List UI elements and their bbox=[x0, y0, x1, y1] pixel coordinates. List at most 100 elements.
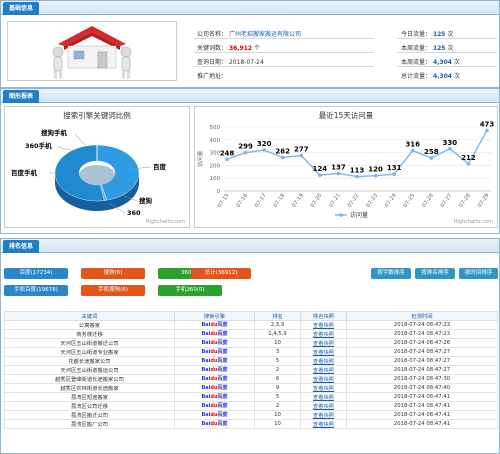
x-tick-label: 07-24 bbox=[384, 192, 398, 209]
data-point[interactable] bbox=[336, 171, 341, 176]
data-point[interactable] bbox=[392, 172, 396, 177]
data-point[interactable] bbox=[355, 174, 359, 179]
col-keyword[interactable]: 关键词 bbox=[4, 311, 175, 321]
week-traffic-unit: 次 bbox=[447, 45, 454, 52]
table-row: 花都长途搬家公司 Baidu百度 5 查看快照 2018-07-24 08:47:27 bbox=[4, 356, 498, 366]
row-rank: 10 bbox=[254, 419, 301, 429]
total-traffic-label: 总计流量： bbox=[401, 73, 432, 80]
filter-mobile-baidu-button[interactable]: 手机百度(19678) bbox=[4, 285, 68, 296]
data-label: 137 bbox=[331, 163, 346, 171]
col-snapshot[interactable]: 排名快照 bbox=[300, 311, 347, 321]
data-point[interactable] bbox=[318, 173, 322, 177]
filter-sogou-button[interactable]: 搜狗(6) bbox=[81, 268, 145, 279]
row-engine: Baidu百度 bbox=[174, 410, 255, 420]
baidu-logo-icon: Baidu百度 bbox=[201, 339, 228, 346]
chart-report-header: 图形报表 bbox=[1, 89, 499, 103]
baidu-logo-icon: Baidu百度 bbox=[201, 330, 228, 337]
data-point[interactable] bbox=[280, 155, 285, 160]
filter-mobile-360-button[interactable]: 手机360(0) bbox=[158, 285, 222, 296]
legend-label[interactable]: 访问量 bbox=[350, 211, 368, 219]
baidu-logo-icon: Baidu百度 bbox=[201, 357, 228, 364]
pie-label-connector bbox=[56, 146, 76, 152]
col-engine[interactable]: 搜索引擎 bbox=[174, 311, 255, 321]
table-row: 越秀区登峰街道长途搬家公司 Baidu百度 6 查看快照 2018-07-24 08:4… bbox=[4, 374, 498, 384]
week-traffic-value: 125 bbox=[432, 45, 446, 52]
row-snapshot-link[interactable]: 查看快照 bbox=[300, 365, 347, 375]
row-rank: 10 bbox=[254, 338, 301, 348]
row-keyword: 天河区五山街道搬迁公司 bbox=[4, 338, 175, 348]
month-traffic-value: 4,304 bbox=[432, 59, 452, 66]
sort-by-rank-button[interactable]: 按排名排序 bbox=[415, 268, 455, 279]
row-time: 2018-07-24 08:47:23 bbox=[346, 320, 498, 330]
table-row: 越秀区农林街道长途搬家 Baidu百度 9 查看快照 2018-07-24 08:47:… bbox=[4, 383, 498, 393]
data-label: 277 bbox=[294, 146, 309, 154]
baidu-logo-icon: Baidu百度 bbox=[201, 384, 228, 391]
row-rank: 3 bbox=[254, 347, 301, 357]
table-row: 天河区五山街道专业搬家 Baidu百度 3 查看快照 2018-07-24 08:47:… bbox=[4, 347, 498, 357]
col-rank[interactable]: 排名 bbox=[254, 311, 301, 321]
row-snapshot-link[interactable]: 查看快照 bbox=[300, 392, 347, 402]
data-label: 124 bbox=[313, 165, 328, 173]
baidu-logo-icon: Baidu百度 bbox=[201, 420, 228, 427]
row-snapshot-link[interactable]: 查看快照 bbox=[300, 410, 347, 420]
promo-address-row: 推广地址： bbox=[197, 71, 227, 80]
row-rank: 2 bbox=[254, 401, 301, 411]
data-point[interactable] bbox=[466, 162, 471, 166]
row-snapshot-link[interactable]: 查看快照 bbox=[300, 356, 347, 366]
row-time: 2018-07-24 08:47:27 bbox=[346, 365, 498, 375]
data-point[interactable] bbox=[262, 148, 266, 152]
row-snapshot-link[interactable]: 查看快照 bbox=[300, 329, 347, 339]
data-point[interactable] bbox=[225, 157, 229, 162]
col-time[interactable]: 检测时间 bbox=[346, 311, 498, 321]
sort-by-time-button[interactable]: 按时间排序 bbox=[459, 268, 498, 279]
data-point[interactable] bbox=[299, 153, 304, 158]
data-point[interactable] bbox=[448, 146, 452, 151]
row-keyword: 天河区五山街道专业搬家 bbox=[4, 347, 175, 357]
rank-table-header: 关键词 搜索引擎 排名 排名快照 检测时间 bbox=[4, 311, 498, 321]
data-label: 320 bbox=[257, 140, 272, 148]
data-point[interactable] bbox=[410, 148, 415, 153]
x-tick-label: 07-26 bbox=[421, 192, 435, 209]
data-point[interactable] bbox=[485, 128, 489, 133]
x-tick-label: 07-17 bbox=[254, 193, 268, 209]
company-image bbox=[7, 21, 177, 81]
row-snapshot-link[interactable]: 查看快照 bbox=[300, 320, 347, 330]
x-tick-label: 07-19 bbox=[291, 193, 305, 209]
row-engine: Baidu百度 bbox=[174, 329, 255, 339]
y-tick-label: 100 bbox=[210, 176, 221, 182]
row-rank: 5 bbox=[254, 392, 301, 402]
pie-chart-credit: Highcharts.com bbox=[145, 219, 185, 225]
row-rank: 2,3,9 bbox=[254, 320, 301, 330]
query-date-value: 2018-07-24 bbox=[228, 59, 264, 66]
query-date-label: 查询日期： bbox=[197, 59, 228, 66]
row-snapshot-link[interactable]: 查看快照 bbox=[300, 383, 347, 393]
filter-mobile-sogou-button[interactable]: 手机搜狗(6) bbox=[81, 285, 145, 296]
x-tick-label: 07-29 bbox=[477, 193, 491, 209]
data-point[interactable] bbox=[243, 150, 248, 155]
data-point[interactable] bbox=[373, 173, 378, 178]
data-point[interactable] bbox=[429, 156, 434, 160]
line-chart-box: 最近15天访问量 0 100 200 300 400 500 访问量 07-15 07-16 07… bbox=[194, 106, 498, 228]
row-engine: Baidu百度 bbox=[174, 347, 255, 357]
row-engine: Baidu百度 bbox=[174, 374, 255, 384]
line-chart-credit: Highcharts.com bbox=[453, 219, 493, 225]
row-snapshot-link[interactable]: 查看快照 bbox=[300, 338, 347, 348]
basic-info-tab: 基础信息 bbox=[3, 2, 40, 15]
data-label: 330 bbox=[443, 139, 458, 147]
filter-baidu-button[interactable]: 百度(17234) bbox=[4, 268, 68, 279]
filter-total-button[interactable]: 总计(36912) bbox=[191, 268, 251, 279]
row-snapshot-link[interactable]: 查看快照 bbox=[300, 374, 347, 384]
sort-by-length-button[interactable]: 按字数排序 bbox=[371, 268, 411, 279]
week-traffic-label: 本周流量： bbox=[401, 45, 432, 52]
table-row: 商务楼迁移 Baidu百度 1,4,5,9 查看快照 2018-07-24 08:47:… bbox=[4, 329, 498, 339]
row-snapshot-link[interactable]: 查看快照 bbox=[300, 419, 347, 429]
row-rank: 10 bbox=[254, 410, 301, 420]
row-keyword: 公寓搬家 bbox=[4, 320, 175, 330]
row-snapshot-link[interactable]: 查看快照 bbox=[300, 347, 347, 357]
row-snapshot-link[interactable]: 查看快照 bbox=[300, 401, 347, 411]
row-rank: 2 bbox=[254, 365, 301, 375]
row-time: 2018-07-24 08:47:41 bbox=[346, 401, 498, 411]
baidu-logo-icon: Baidu百度 bbox=[201, 402, 228, 409]
house-movers-icon bbox=[8, 22, 176, 80]
row-keyword: 荔湾区搬迁公司 bbox=[4, 410, 175, 420]
